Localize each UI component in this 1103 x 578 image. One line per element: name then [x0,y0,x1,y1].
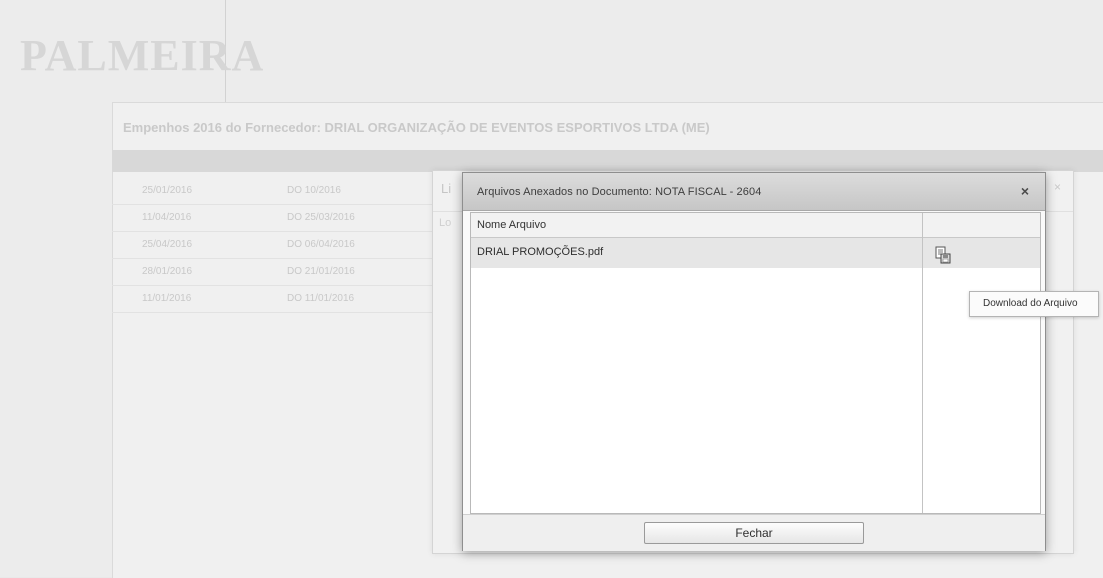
tooltip-text: Download do Arquivo [983,298,1078,309]
close-button[interactable]: Fechar [644,522,864,544]
background-table-row: 11/04/2016 DO 25/03/2016 [112,205,442,232]
background-row-doc: DO 11/01/2016 [287,293,355,304]
background-table-row: 25/01/2016 DO 10/2016 [112,178,442,205]
column-divider [922,213,923,513]
background-table-row: 11/01/2016 DO 11/01/2016 [112,286,442,313]
background-dialog-column: Lo [439,217,452,229]
close-icon[interactable]: × [1014,180,1036,202]
attachments-dialog: Arquivos Anexados no Documento: NOTA FIS… [462,172,1046,551]
background-row-doc: DO 21/01/2016 [287,266,355,277]
background-row-date: 25/01/2016 [142,185,193,196]
download-icon[interactable] [935,246,951,264]
attachments-table: Nome Arquivo DRIAL PROMOÇÕES.pdf [470,212,1041,514]
background-row-doc: DO 06/04/2016 [287,239,355,250]
background-table-row: 25/04/2016 DO 06/04/2016 [112,232,442,259]
background-row-date: 11/04/2016 [142,212,192,223]
background-row-doc: DO 10/2016 [287,185,341,196]
table-header: Nome Arquivo [471,213,1040,238]
background-logo: PALMEIRA [20,31,265,80]
background-dialog-close-icon: × [1053,180,1061,194]
dialog-titlebar[interactable]: Arquivos Anexados no Documento: NOTA FIS… [463,173,1045,211]
background-table-row: 28/01/2016 DO 21/01/2016 [112,259,442,286]
background-dialog-title: Li [441,181,452,196]
background-row-date: 11/01/2016 [142,293,192,304]
file-name: DRIAL PROMOÇÕES.pdf [477,246,604,258]
background-row-doc: DO 25/03/2016 [287,212,355,223]
background-panel-title: Empenhos 2016 do Fornecedor: DRIAL ORGAN… [123,120,710,135]
column-header-nome-arquivo[interactable]: Nome Arquivo [477,219,546,231]
dialog-title: Arquivos Anexados no Documento: NOTA FIS… [477,186,762,198]
table-row[interactable]: DRIAL PROMOÇÕES.pdf [471,238,1040,268]
download-tooltip: Download do Arquivo [969,291,1099,317]
background-table-header [112,150,1103,172]
background-row-date: 28/01/2016 [142,266,193,277]
background-row-date: 25/04/2016 [142,239,193,250]
dialog-footer: Fechar [463,514,1045,551]
